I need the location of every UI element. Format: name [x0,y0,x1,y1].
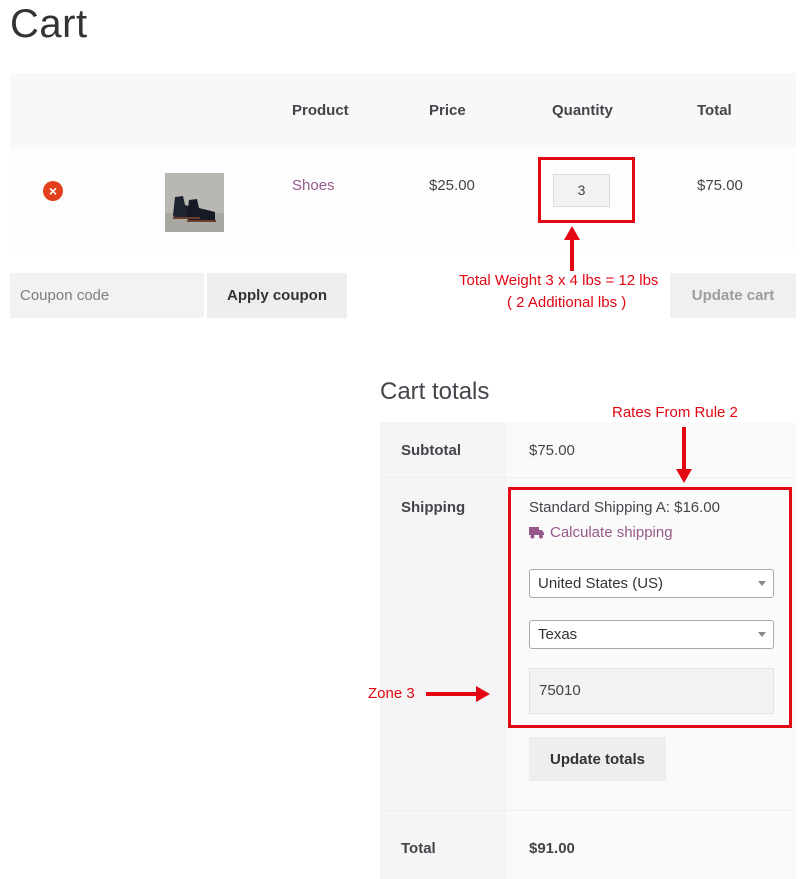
quantity-highlight-box [538,157,635,223]
apply-coupon-button[interactable]: Apply coupon [207,273,347,318]
zone-annotation: Zone 3 [368,685,415,702]
header-price: Price [429,102,466,119]
weight-annotation-line2: ( 2 Additional lbs ) [507,294,627,311]
arrow-right-icon [426,686,490,702]
remove-x-icon[interactable]: × [43,181,63,201]
divider [380,810,796,811]
shipping-label: Shipping [401,499,466,516]
update-totals-button[interactable]: Update totals [529,737,666,781]
product-price: $25.00 [429,177,475,194]
weight-annotation-line1: Total Weight 3 x 4 lbs = 12 lbs [459,272,659,289]
total-value: $91.00 [529,840,575,857]
total-label: Total [401,840,436,857]
update-cart-button[interactable]: Update cart [670,273,796,318]
subtotal-value: $75.00 [529,442,575,459]
page-title: Cart [10,2,88,46]
header-total: Total [697,102,732,119]
header-product: Product [292,102,349,119]
product-thumbnail[interactable] [165,173,224,232]
rates-annotation: Rates From Rule 2 [612,404,738,421]
cart-totals-title: Cart totals [380,378,490,405]
cart-table-header: Product Price Quantity Total [10,73,796,148]
product-name-link[interactable]: Shoes [292,177,335,194]
header-quantity: Quantity [552,102,613,119]
product-total: $75.00 [697,177,743,194]
shipping-highlight-box [508,487,792,728]
subtotal-label: Subtotal [401,442,461,459]
arrow-down-icon [676,427,692,483]
coupon-code-input[interactable] [10,273,204,318]
divider [380,477,796,478]
table-row: × Shoes $25.00 3 $75.00 [10,148,796,254]
arrow-up-icon [564,226,580,271]
